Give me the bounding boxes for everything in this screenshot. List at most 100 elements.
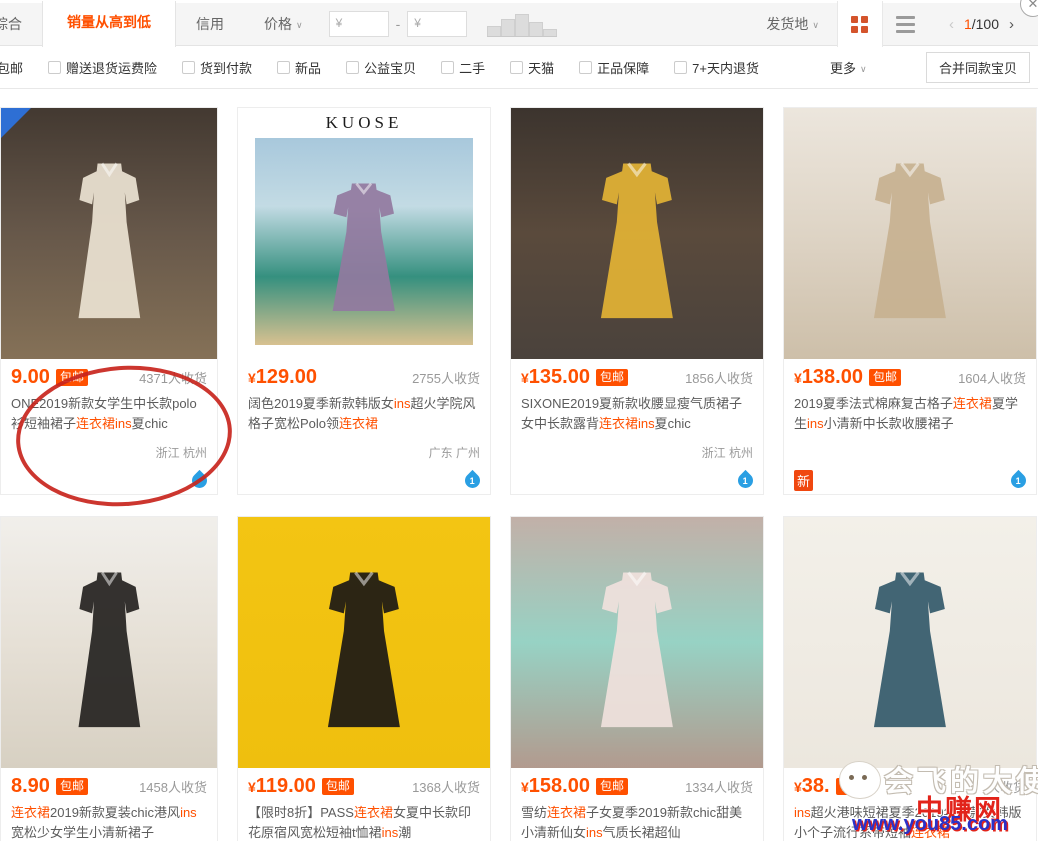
- product-image[interactable]: [1, 517, 217, 768]
- filter-checkbox-item[interactable]: 公益宝贝: [346, 58, 416, 77]
- price-min-field[interactable]: ¥: [329, 11, 389, 37]
- sort-item-comprehensive[interactable]: 综合: [0, 14, 42, 34]
- yuan-symbol: ¥: [336, 16, 343, 30]
- dress-silhouette: [311, 567, 417, 733]
- checkbox-icon[interactable]: [182, 61, 195, 74]
- sort-toolbar: 综合 销量从高到低 信用 价格∨ ¥ - ¥ 发货地∨ ‹ 1: [0, 0, 1038, 46]
- currency-symbol: ¥: [248, 779, 256, 795]
- chevron-down-icon: ∨: [296, 20, 303, 30]
- product-location: 广东 广州: [248, 444, 480, 460]
- filter-checkbox-item[interactable]: 赠送退货运费险: [48, 58, 157, 77]
- product-card[interactable]: ¥138.00包邮1604人收货2019夏季法式棉麻复古格子连衣裙夏学生ins小…: [783, 107, 1037, 495]
- product-title[interactable]: ONE2019新款女学生中长款polo衫短袖裙子连衣裙ins夏chic: [11, 394, 207, 434]
- product-image[interactable]: [1, 108, 217, 359]
- product-image[interactable]: [511, 517, 763, 768]
- filter-checkbox-item[interactable]: 天猫: [510, 58, 554, 77]
- next-page-button[interactable]: ›: [999, 16, 1024, 33]
- filter-checkbox-item[interactable]: 7+天内退货: [674, 58, 759, 77]
- product-card[interactable]: 9.00 包邮 4371人收货 ONE2019新款女学生中长款polo衫短袖裙子连衣裙…: [0, 107, 218, 495]
- product-card[interactable]: KUOSE ¥129.00 2755人收货阔色2019夏季新款韩版女ins超火学院风…: [237, 107, 491, 495]
- free-shipping-badge: 包邮: [56, 369, 88, 386]
- checkbox-icon[interactable]: [277, 61, 290, 74]
- product-title[interactable]: 阔色2019夏季新款韩版女ins超火学院风格子宽松Polo领连衣裙: [248, 394, 480, 434]
- filter-checkbox-item[interactable]: 正品保障: [579, 58, 649, 77]
- product-image[interactable]: [511, 108, 763, 359]
- filter-label: 赠送退货运费险: [66, 58, 157, 77]
- checkbox-icon[interactable]: [346, 61, 359, 74]
- ship-from-dropdown[interactable]: 发货地∨: [766, 14, 819, 34]
- checkbox-icon[interactable]: [510, 61, 523, 74]
- corner-badge-icon: [1, 108, 31, 138]
- currency-symbol: ¥: [521, 779, 529, 795]
- sales-count: 1604人收货: [958, 368, 1026, 387]
- product-image[interactable]: [784, 108, 1036, 359]
- product-title[interactable]: 连衣裙2019新款夏装chic港风ins宽松少女学生小清新裙子: [11, 803, 207, 841]
- free-shipping-badge: 包邮: [322, 778, 354, 795]
- product-image[interactable]: [784, 517, 1036, 768]
- checkbox-icon[interactable]: [48, 61, 61, 74]
- prev-page-button[interactable]: ‹: [939, 16, 964, 33]
- product-price: ¥138.00: [794, 366, 863, 389]
- filter-checkbox-item[interactable]: 二手: [441, 58, 485, 77]
- checkbox-icon[interactable]: [441, 61, 454, 74]
- filter-label: 公益宝贝: [364, 58, 416, 77]
- sort-item-price[interactable]: 价格∨: [244, 14, 323, 34]
- product-card[interactable]: ¥158.00包邮1334人收货雪纺连衣裙子女夏季2019新款chic甜美小清新…: [510, 516, 764, 841]
- product-location: 浙江 杭州: [11, 444, 207, 460]
- merge-same-items-button[interactable]: 合并同款宝贝: [926, 52, 1030, 83]
- product-title[interactable]: 2019夏季法式棉麻复古格子连衣裙夏学生ins小清新中长款收腰裙子: [794, 394, 1026, 434]
- product-price: 9.00: [11, 366, 50, 389]
- sales-count: 1458人收货: [139, 777, 207, 796]
- currency-symbol: ¥: [248, 370, 256, 386]
- price-distribution-icon[interactable]: [487, 11, 557, 37]
- price-max-field[interactable]: ¥: [407, 11, 467, 37]
- product-grid: 9.00 包邮 4371人收货 ONE2019新款女学生中长款polo衫短袖裙子连衣裙…: [0, 89, 1038, 841]
- sort-item-credit[interactable]: 信用: [176, 14, 244, 34]
- product-title[interactable]: 【限时8折】PASS连衣裙女夏中长款印花原宿风宽松短袖t恤裙ins潮: [248, 803, 480, 841]
- price-range-dash: -: [396, 16, 401, 32]
- checkbox-icon[interactable]: [674, 61, 687, 74]
- sales-count: 4371人收货: [139, 368, 207, 387]
- sales-count: 1368人收货: [412, 777, 480, 796]
- product-card[interactable]: ¥119.00 包邮 1368人收货【限时8折】PASS连衣裙女夏中长款印花原宿风宽…: [237, 516, 491, 841]
- photo-scene: [1, 517, 217, 768]
- filter-checkbox-item[interactable]: 货到付款: [182, 58, 252, 77]
- free-shipping-badge: 包邮: [596, 778, 628, 795]
- product-price: ¥119.00: [248, 775, 316, 798]
- filter-label: 新品: [295, 58, 321, 77]
- wangwang-chat-icon[interactable]: 1: [1008, 469, 1029, 490]
- wangwang-chat-icon[interactable]: 1: [462, 469, 483, 490]
- dress-silhouette: [64, 158, 155, 324]
- product-location: [794, 444, 1026, 460]
- free-shipping-badge: 包邮: [836, 778, 868, 795]
- filter-label: 包邮: [0, 58, 23, 77]
- checkbox-icon[interactable]: [579, 61, 592, 74]
- wangwang-chat-icon[interactable]: 1: [735, 469, 756, 490]
- filter-label: 7+天内退货: [692, 58, 759, 77]
- product-card[interactable]: ¥135.00包邮1856人收货SIXONE2019夏新款收腰显瘦气质裙子女中长…: [510, 107, 764, 495]
- filter-label: 二手: [459, 58, 485, 77]
- filter-checkbox-item[interactable]: 包邮: [0, 58, 23, 77]
- product-title[interactable]: SIXONE2019夏新款收腰显瘦气质裙子女中长款露背连衣裙ins夏chic: [521, 394, 753, 434]
- product-image[interactable]: KUOSE: [238, 108, 490, 359]
- product-card[interactable]: ¥38.包邮人收货ins超火港味短裙夏季2019年新款女韩版小个子流行系带短袖连…: [783, 516, 1037, 841]
- wangwang-chat-icon[interactable]: [189, 469, 210, 490]
- sales-count: 2755人收货: [412, 368, 480, 387]
- more-filters-dropdown[interactable]: 更多∨: [830, 58, 867, 77]
- product-price: ¥129.00: [248, 366, 317, 389]
- grid-view-button[interactable]: [837, 1, 883, 47]
- filter-label: 正品保障: [597, 58, 649, 77]
- product-title[interactable]: 雪纺连衣裙子女夏季2019新款chic甜美小清新仙女ins气质长裙超仙: [521, 803, 753, 841]
- filter-checkbox-item[interactable]: 新品: [277, 58, 321, 77]
- list-view-button[interactable]: [883, 1, 929, 47]
- chevron-down-icon: ∨: [812, 20, 819, 30]
- pagination: ‹ 1 / 100 ›: [939, 16, 1024, 33]
- sales-count: 人收货: [987, 777, 1026, 796]
- product-image[interactable]: [238, 517, 490, 768]
- sales-count: 1334人收货: [685, 777, 753, 796]
- sort-item-sales-desc[interactable]: 销量从高到低: [42, 1, 176, 47]
- total-pages: 100: [976, 16, 999, 32]
- product-title[interactable]: ins超火港味短裙夏季2019年新款女韩版小个子流行系带短袖连衣裙: [794, 803, 1026, 841]
- search-results-page: 综合 销量从高到低 信用 价格∨ ¥ - ¥ 发货地∨ ‹ 1: [0, 0, 1038, 841]
- product-card[interactable]: 8.90包邮1458人收货连衣裙2019新款夏装chic港风ins宽松少女学生小…: [0, 516, 218, 841]
